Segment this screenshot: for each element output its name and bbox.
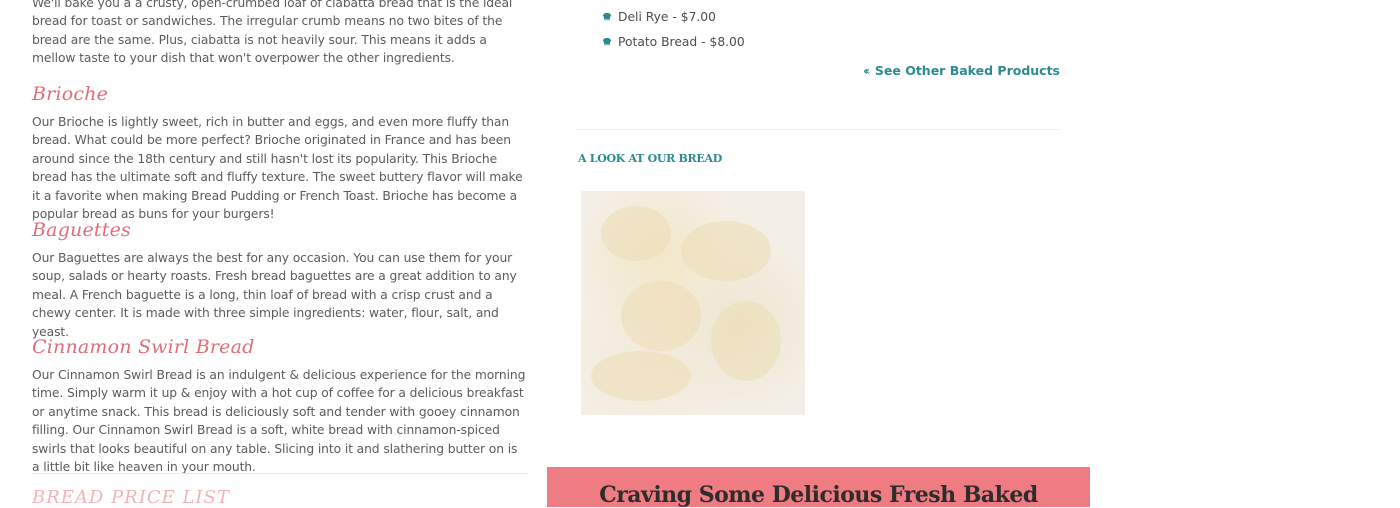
right-column: Deli Rye - $7.00 Potato Bread - $8.00 ‹‹… xyxy=(547,0,1090,508)
price-list-title: BREAD PRICE LIST xyxy=(32,487,230,508)
section-divider xyxy=(32,473,528,474)
brioche-paragraph: Our Brioche is lightly sweet, rich in bu… xyxy=(32,115,523,222)
banner-heading: Craving Some Delicious Fresh Baked xyxy=(599,482,1038,508)
cinnamon-swirl-paragraph: Our Cinnamon Swirl Bread is an indulgent… xyxy=(32,368,526,475)
bread-photo xyxy=(581,191,805,415)
baguettes-paragraph: Our Baguettes are always the best for an… xyxy=(32,251,517,339)
bakery-hat-icon xyxy=(603,38,611,46)
cta-banner: Craving Some Delicious Fresh Baked xyxy=(547,467,1090,508)
price-item-label: Deli Rye - $7.00 xyxy=(618,10,716,24)
price-item-label: Potato Bread - $8.00 xyxy=(618,35,745,49)
price-item-deli-rye: Deli Rye - $7.00 xyxy=(602,10,716,24)
double-chevron-left-icon: ‹‹ xyxy=(863,63,870,78)
ciabatta-paragraph: We'll bake you a a crusty, open-crumbed … xyxy=(32,0,513,66)
see-other-baked-products-link[interactable]: ‹‹ See Other Baked Products xyxy=(863,63,1060,78)
cinnamon-swirl-heading: Cinnamon Swirl Bread xyxy=(32,336,255,358)
price-item-potato-bread: Potato Bread - $8.00 xyxy=(602,35,745,49)
baguettes-heading: Baguettes xyxy=(32,219,131,241)
bakery-hat-icon xyxy=(603,13,611,21)
section-divider xyxy=(577,129,1060,130)
brioche-heading: Brioche xyxy=(32,83,109,105)
see-other-label: See Other Baked Products xyxy=(874,63,1060,78)
look-at-our-bread-title: A LOOK AT OUR BREAD xyxy=(578,152,722,165)
